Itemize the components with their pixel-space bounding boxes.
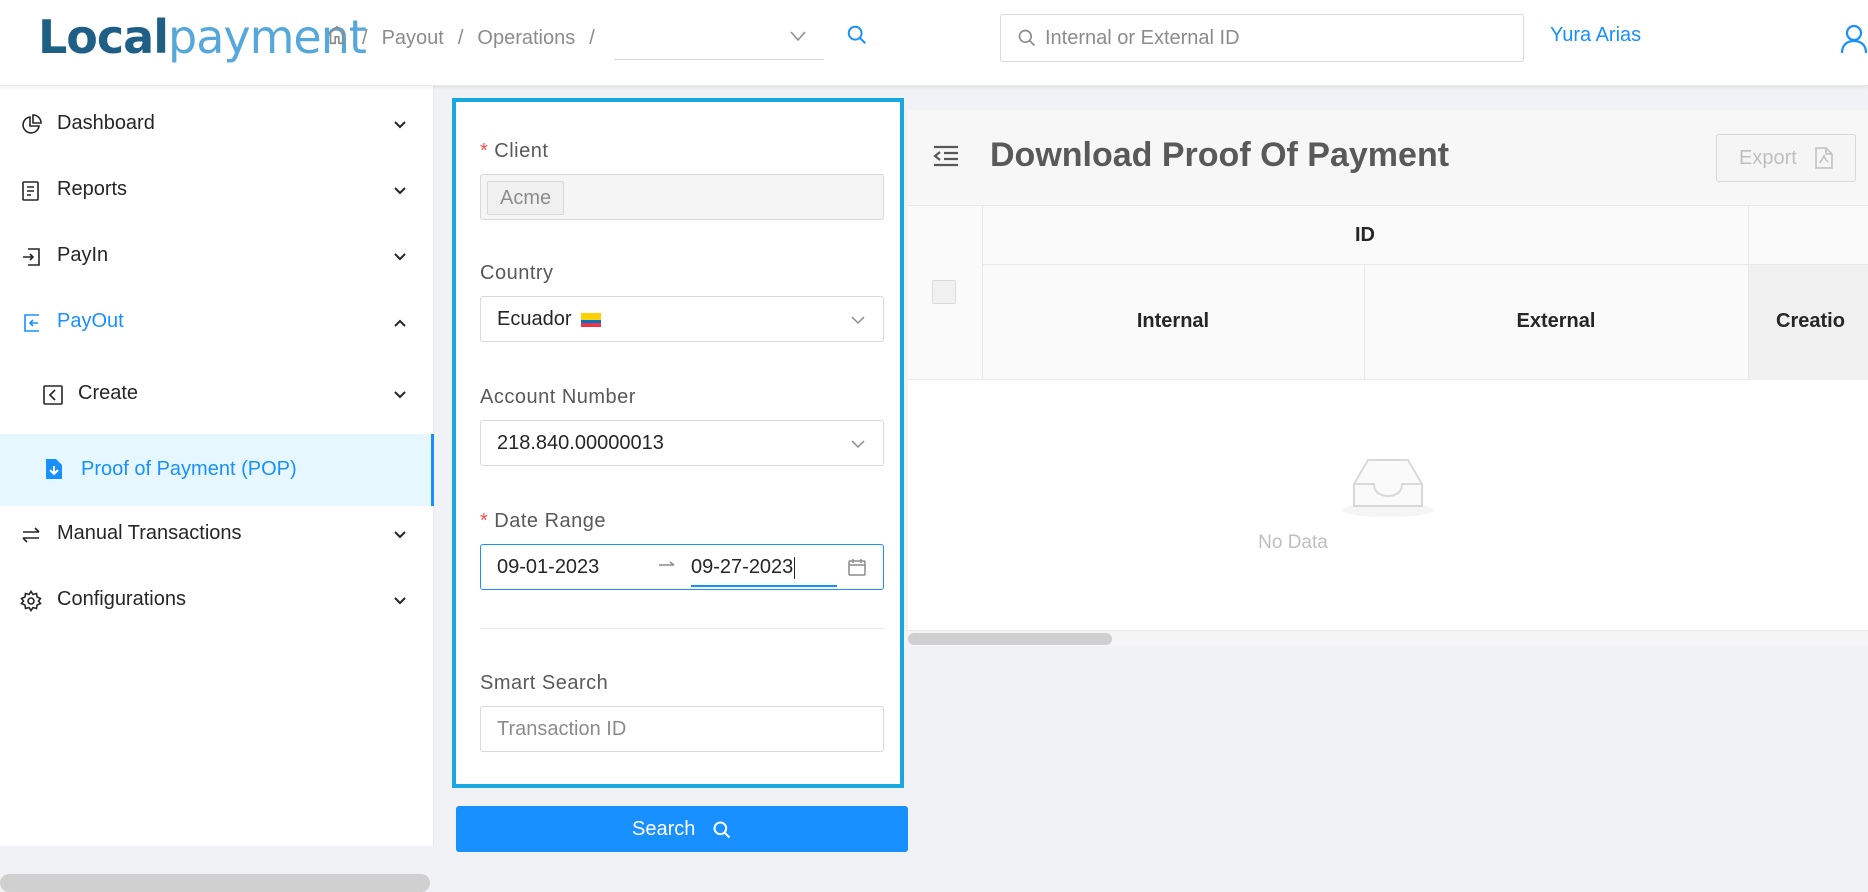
date-range-label: * Date Range bbox=[480, 510, 607, 532]
account-number-value: 218.840.00000013 bbox=[497, 432, 664, 454]
search-icon bbox=[712, 820, 732, 846]
chevron-down-icon bbox=[392, 116, 408, 139]
user-name[interactable]: Yura Arias bbox=[1550, 24, 1641, 47]
required-mark: * bbox=[480, 140, 489, 162]
sidebar-item-label: Proof of Payment (POP) bbox=[81, 458, 297, 480]
select-all-checkbox[interactable] bbox=[932, 280, 956, 304]
smart-search-placeholder: Transaction ID bbox=[497, 718, 627, 740]
row-divider bbox=[982, 264, 1868, 265]
text-caret bbox=[794, 556, 796, 579]
login-icon bbox=[20, 246, 42, 268]
sidebar-item-payin[interactable]: PayIn bbox=[0, 224, 434, 290]
main-card: Download Proof Of Payment Export ID Inte… bbox=[908, 110, 1868, 646]
search-icon[interactable] bbox=[846, 24, 868, 51]
user-icon[interactable] bbox=[1840, 24, 1868, 59]
smart-search-label: Smart Search bbox=[480, 672, 609, 694]
breadcrumb-separator: / bbox=[362, 26, 368, 49]
sidebar-item-label: Reports bbox=[57, 178, 128, 200]
filter-panel: * Client Acme Country Ecuador Account Num… bbox=[452, 98, 904, 788]
pie-chart-icon bbox=[20, 114, 42, 136]
chevron-down-icon bbox=[849, 311, 867, 335]
sidebar-item-payout[interactable]: PayOut bbox=[0, 290, 434, 356]
chevron-down-icon bbox=[392, 386, 408, 409]
sidebar-item-create[interactable]: Create bbox=[0, 362, 434, 428]
chevron-down-icon bbox=[392, 592, 408, 615]
column-creation[interactable]: Creatio bbox=[1776, 310, 1845, 333]
sidebar-item-proof-of-payment[interactable]: Proof of Payment (POP) bbox=[0, 434, 434, 506]
active-input-underline bbox=[691, 585, 837, 587]
table-horizontal-scrollbar[interactable] bbox=[908, 630, 1868, 646]
sidebar-item-configurations[interactable]: Configurations bbox=[0, 568, 434, 634]
logout-icon bbox=[20, 312, 42, 334]
account-number-label: Account Number bbox=[480, 386, 636, 408]
date-start-input[interactable]: 09-01-2023 bbox=[497, 556, 599, 579]
sidebar-item-label: Configurations bbox=[57, 588, 186, 610]
gear-icon bbox=[20, 590, 42, 612]
chevron-down-icon bbox=[392, 526, 408, 549]
sidebar-item-manual-transactions[interactable]: Manual Transactions bbox=[0, 502, 434, 568]
sidebar: Dashboard Reports PayIn PayOut Create Pr bbox=[0, 86, 434, 892]
export-button[interactable]: Export bbox=[1716, 134, 1856, 182]
breadcrumb-separator: / bbox=[457, 26, 464, 49]
date-end-input[interactable]: 09-27-2023 bbox=[691, 556, 796, 579]
sidebar-scrollbar[interactable] bbox=[0, 874, 430, 892]
country-select[interactable]: Ecuador bbox=[480, 296, 884, 342]
divider bbox=[480, 628, 884, 629]
breadcrumb-select[interactable] bbox=[614, 18, 824, 60]
file-download-icon bbox=[44, 458, 66, 480]
country-value: Ecuador bbox=[497, 308, 602, 331]
column-group-id: ID bbox=[1355, 224, 1375, 246]
ecuador-flag-icon bbox=[581, 312, 602, 327]
left-square-icon bbox=[42, 384, 64, 406]
client-label: * Client bbox=[480, 140, 549, 162]
chevron-down-icon bbox=[788, 26, 808, 51]
chevron-down-icon bbox=[392, 248, 408, 271]
top-header: Localpayment / Payout / Operations / Int… bbox=[0, 0, 1868, 86]
chevron-up-icon bbox=[392, 314, 408, 337]
breadcrumb-separator: / bbox=[589, 26, 595, 49]
breadcrumb: / Payout / Operations / bbox=[326, 24, 609, 52]
sidebar-item-label: PayIn bbox=[57, 244, 109, 266]
id-search-input[interactable]: Internal or External ID bbox=[1000, 14, 1524, 62]
chevron-down-icon bbox=[392, 182, 408, 205]
home-icon[interactable] bbox=[326, 24, 348, 52]
file-pdf-icon bbox=[1815, 147, 1833, 175]
empty-state: No Data bbox=[908, 380, 1868, 646]
column-internal[interactable]: Internal bbox=[982, 310, 1364, 333]
sidebar-item-label: PayOut bbox=[57, 310, 124, 332]
client-tag: Acme bbox=[487, 181, 565, 215]
column-external[interactable]: External bbox=[1364, 310, 1748, 333]
page-title: Download Proof Of Payment bbox=[990, 136, 1450, 174]
column-divider bbox=[1748, 206, 1749, 380]
scrollbar-thumb[interactable] bbox=[908, 633, 1112, 645]
empty-text: No Data bbox=[1258, 532, 1328, 553]
search-icon bbox=[1017, 28, 1037, 53]
search-button[interactable]: Search bbox=[456, 806, 908, 852]
inbox-empty-icon bbox=[1340, 454, 1436, 523]
client-select: Acme bbox=[480, 174, 884, 220]
required-mark: * bbox=[480, 510, 489, 532]
sidebar-item-label: Manual Transactions bbox=[57, 522, 242, 544]
menu-fold-icon[interactable] bbox=[932, 144, 960, 173]
sidebar-item-label: Dashboard bbox=[57, 112, 155, 134]
table-header: ID Internal External Creatio bbox=[908, 206, 1868, 380]
id-search-placeholder: Internal or External ID bbox=[1045, 27, 1240, 49]
sidebar-item-label: Create bbox=[78, 382, 139, 404]
chevron-down-icon bbox=[849, 435, 867, 459]
sidebar-item-reports[interactable]: Reports bbox=[0, 158, 434, 224]
smart-search-input[interactable]: Transaction ID bbox=[480, 706, 884, 752]
date-range-picker[interactable]: 09-01-2023 09-27-2023 bbox=[480, 544, 884, 590]
card-header: Download Proof Of Payment Export bbox=[908, 110, 1868, 206]
account-number-select[interactable]: 218.840.00000013 bbox=[480, 420, 884, 466]
arrow-right-icon bbox=[657, 555, 677, 581]
breadcrumb-payout[interactable]: Payout bbox=[382, 27, 444, 50]
sidebar-item-dashboard[interactable]: Dashboard bbox=[0, 92, 434, 158]
logo[interactable]: Localpayment bbox=[38, 10, 367, 64]
breadcrumb-operations[interactable]: Operations bbox=[477, 27, 575, 50]
country-label: Country bbox=[480, 262, 554, 284]
swap-icon bbox=[20, 524, 42, 546]
report-icon bbox=[20, 180, 42, 202]
calendar-icon[interactable] bbox=[847, 557, 867, 583]
